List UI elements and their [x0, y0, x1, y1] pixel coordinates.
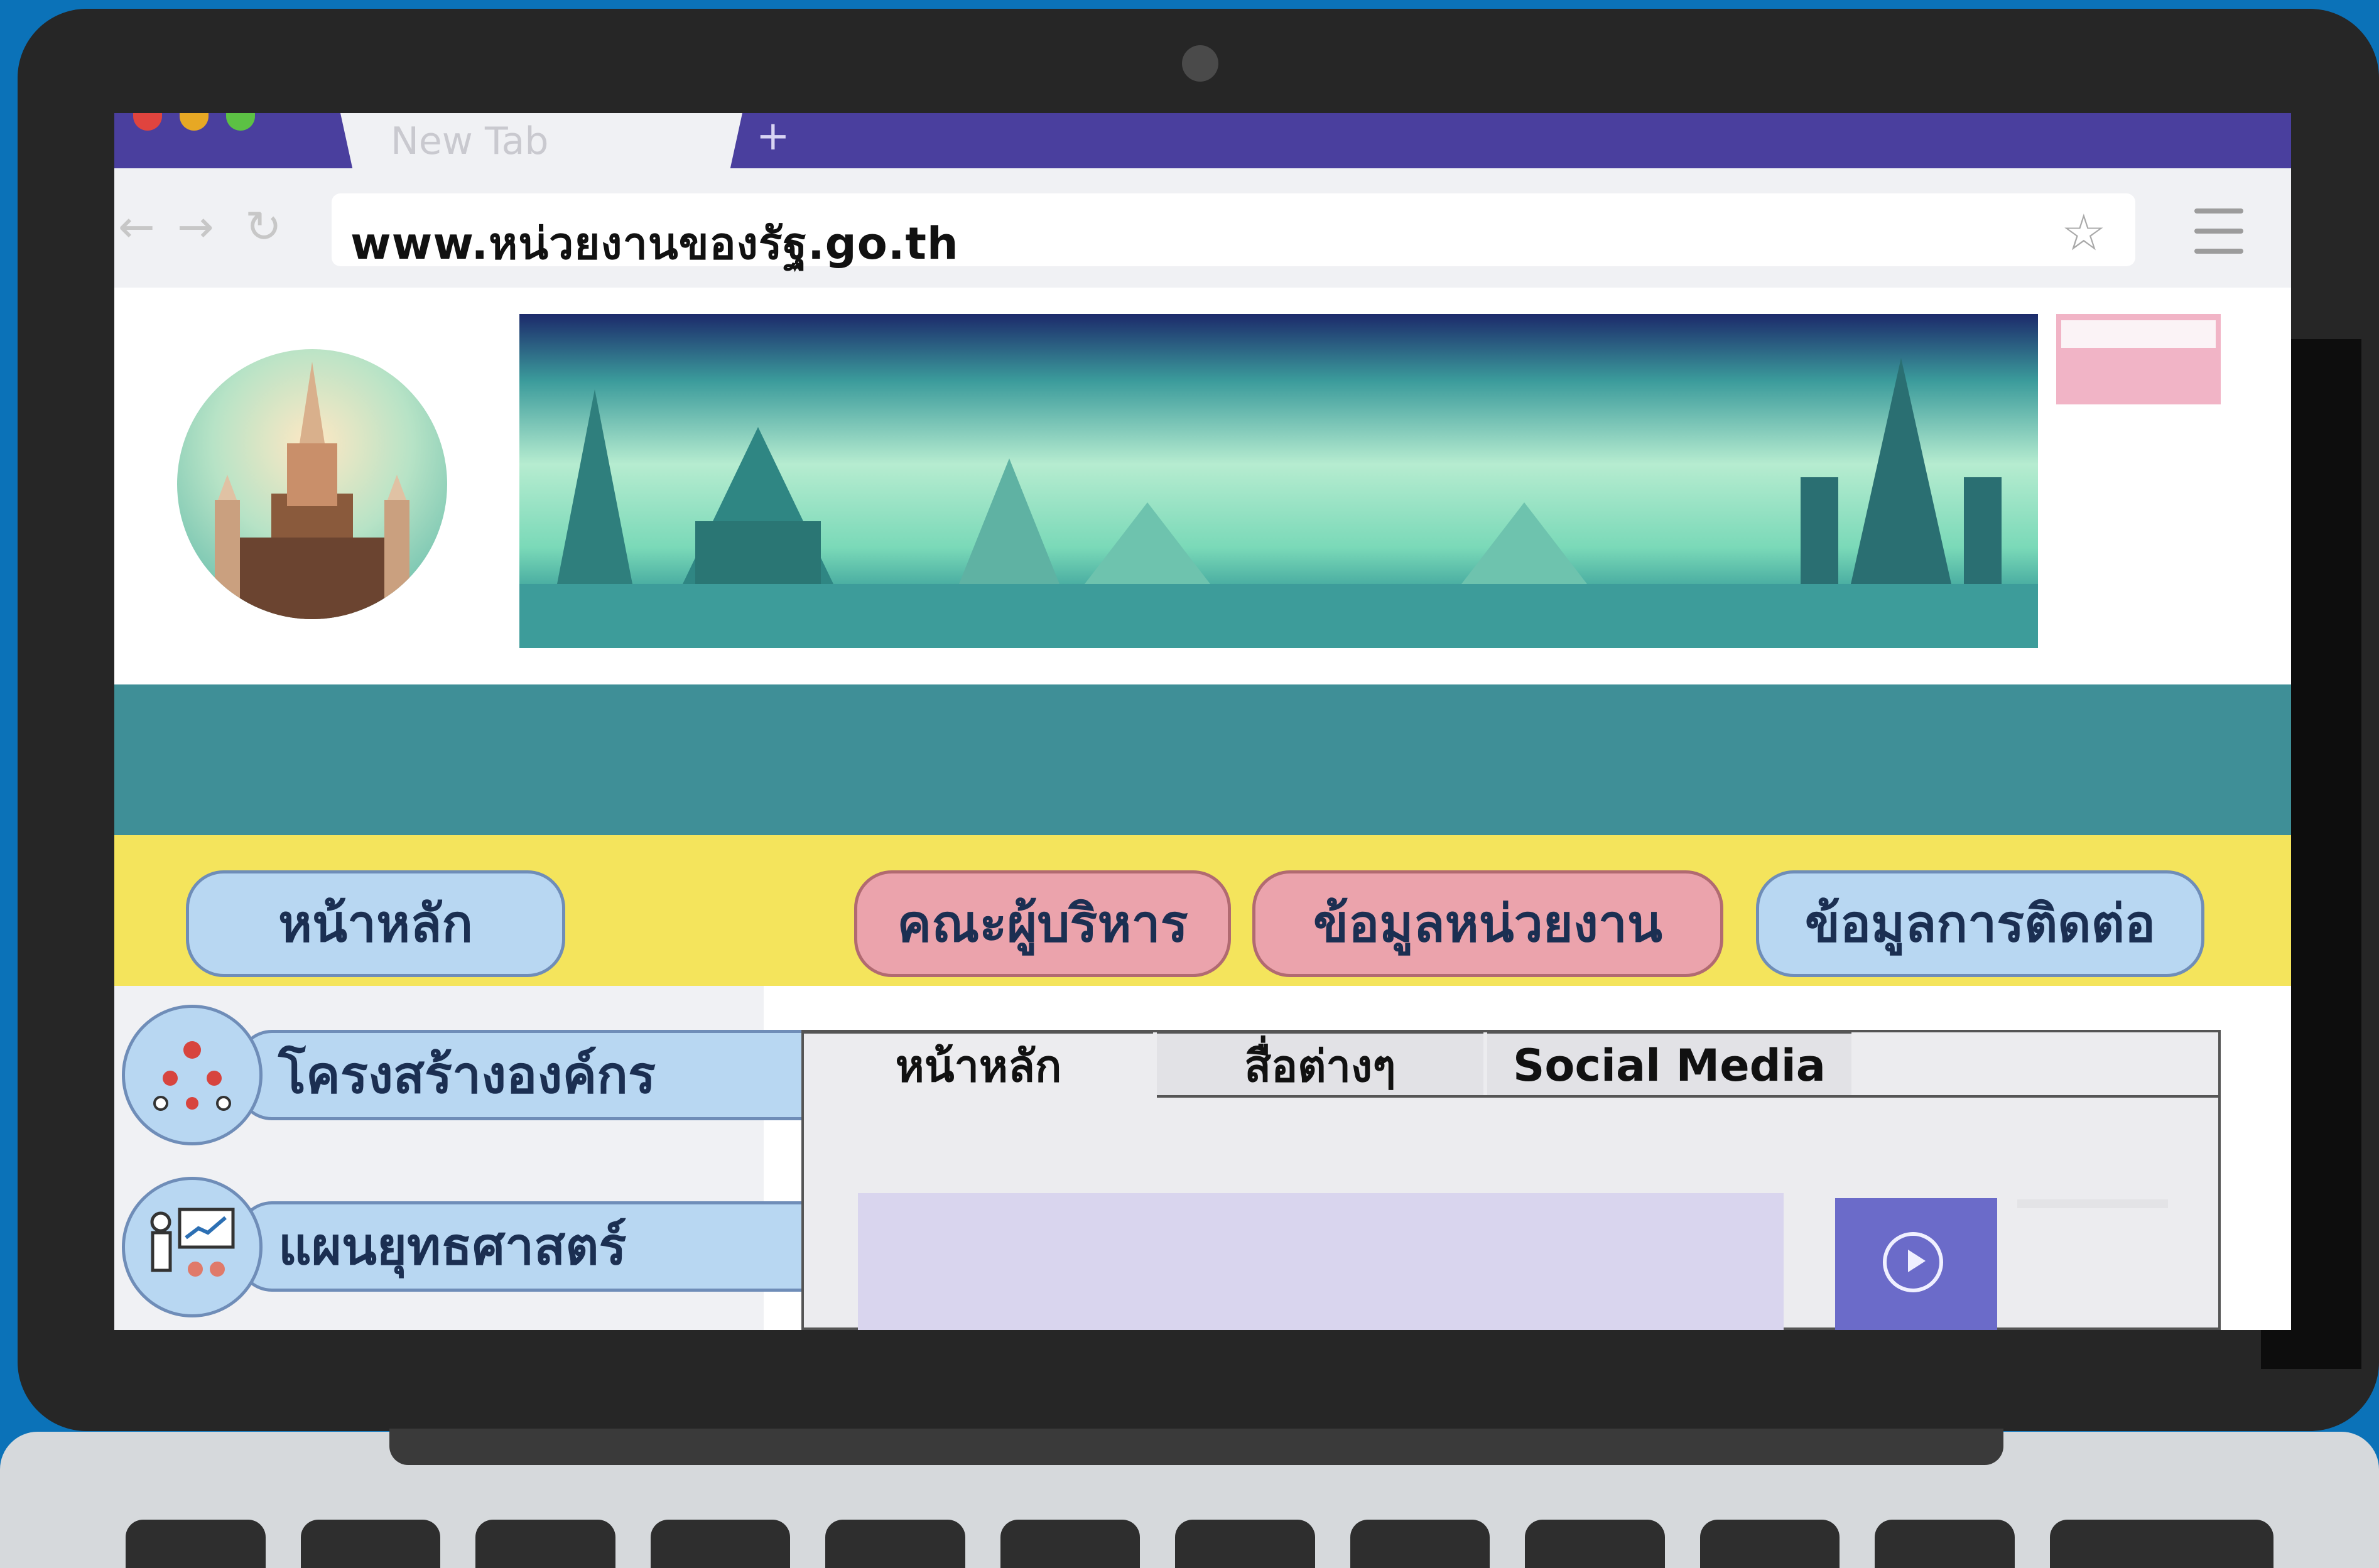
key: [475, 1520, 615, 1568]
sidebar-item-label: โครงสร้างองค์กร: [278, 1046, 656, 1105]
key: [1699, 1520, 1840, 1568]
nav-contact-button[interactable]: ข้อมูลการติดต่อ: [1756, 870, 2204, 977]
browser-window: New Tab + ← → ↻ www.หน่วยงานของรัฐ.go.th…: [114, 113, 2291, 1330]
key: [1875, 1520, 2015, 1568]
tab-social-media[interactable]: Social Media: [1487, 1031, 1851, 1098]
main-nav: หน้าหลัก คณะผู้บริหาร ข้อมูลหน่วยงาน ข้อ…: [114, 835, 2291, 986]
caption-placeholder: [2017, 1199, 2168, 1208]
nav-executives-button[interactable]: คณะผู้บริหาร: [854, 870, 1231, 977]
browser-menu-icon[interactable]: [2194, 208, 2243, 257]
key: [1000, 1520, 1141, 1568]
new-tab-button[interactable]: +: [756, 113, 790, 160]
tab-media[interactable]: สื่อต่างๆ: [1157, 1031, 1483, 1098]
play-icon[interactable]: [1883, 1232, 1943, 1292]
reload-icon[interactable]: ↻: [245, 201, 282, 252]
key: [1525, 1520, 1665, 1568]
camera-icon: [1182, 45, 1218, 82]
org-chart-icon: [122, 1005, 263, 1145]
sidebar-item-label: แผนยุทธศาสตร์: [278, 1217, 627, 1277]
key: [1175, 1520, 1315, 1568]
keyboard: [126, 1520, 2274, 1568]
back-icon[interactable]: ←: [118, 201, 155, 252]
key: [126, 1520, 266, 1568]
key: [1350, 1520, 1490, 1568]
key: [300, 1520, 441, 1568]
header-banner: [519, 314, 2038, 648]
agency-logo: [177, 349, 447, 619]
key: [825, 1520, 965, 1568]
laptop-hinge: [389, 1429, 2003, 1465]
forward-icon[interactable]: →: [177, 201, 214, 252]
url-text: www.หน่วยงานของรัฐ.go.th: [350, 218, 959, 269]
key: [2050, 1520, 2274, 1568]
nav-home-button[interactable]: หน้าหลัก: [186, 870, 565, 977]
sidebar-item-org-structure[interactable]: โครงสร้างองค์กร: [237, 1030, 859, 1120]
tab-home[interactable]: หน้าหลัก: [801, 1031, 1153, 1098]
browser-tab[interactable]: New Tab: [340, 113, 742, 168]
key: [650, 1520, 791, 1568]
tab-divider: [1157, 1095, 2221, 1098]
nav-agency-info-button[interactable]: ข้อมูลหน่วยงาน: [1252, 870, 1723, 977]
url-input[interactable]: www.หน่วยงานของรัฐ.go.th: [332, 193, 2135, 269]
sidebar: โครงสร้างองค์กร แผนยุทธศาสตร์: [114, 986, 859, 1330]
media-placeholder: [858, 1193, 1784, 1330]
sidebar-item-strategy-plan[interactable]: แผนยุทธศาสตร์: [237, 1201, 859, 1292]
presentation-icon: [122, 1177, 263, 1317]
language-flag-icon[interactable]: [2056, 314, 2221, 404]
decorative-band: [114, 684, 2291, 835]
bookmark-star-icon[interactable]: ☆: [2061, 203, 2106, 262]
browser-tab-title: New Tab: [391, 119, 549, 163]
video-thumbnail[interactable]: [1835, 1198, 1997, 1330]
